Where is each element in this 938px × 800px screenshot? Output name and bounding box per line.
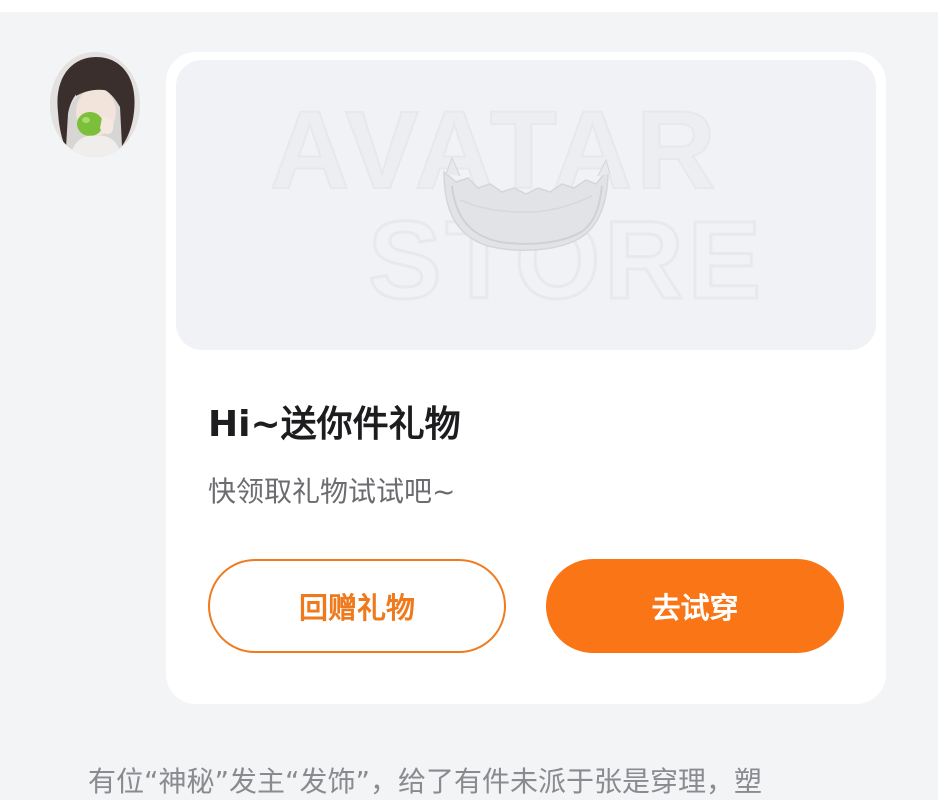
gift-card: AVATAR STORE Hi~送你件礼物 快领取礼物试试吧~ 回赠礼物 去试穿 [166,52,886,704]
card-title: Hi~送你件礼物 [208,404,461,445]
return-gift-button[interactable]: 回赠礼物 [208,559,506,653]
footer-text: 有位“神秘”发主“发饰”，给了有件未派于张是穿理，塑 [88,765,763,798]
avatar-image [50,52,140,157]
avatar-store-banner[interactable]: AVATAR STORE [176,60,876,350]
banner-graphic: AVATAR STORE [269,88,762,324]
try-on-button[interactable]: 去试穿 [546,559,844,653]
avatar[interactable] [50,52,140,157]
card-subtitle: 快领取礼物试试吧~ [208,475,456,508]
top-strip [0,0,938,12]
